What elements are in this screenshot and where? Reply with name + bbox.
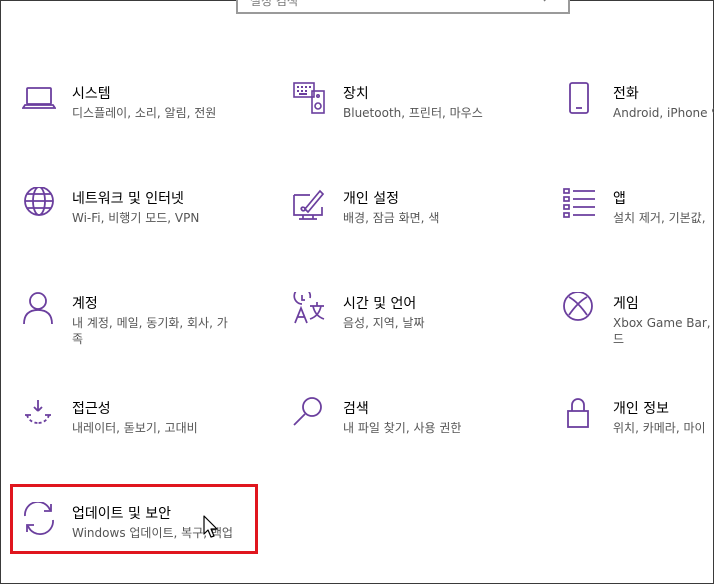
tile-time-language[interactable]: 시간 및 언어 음성, 지역, 날짜 [293, 292, 543, 362]
phone-icon [563, 82, 597, 116]
search-settings-input[interactable]: 설정 검색 [236, 0, 570, 14]
tile-description: 위치, 카메라, 마이 [613, 421, 706, 435]
apps-list-icon [563, 187, 597, 221]
tile-description: Xbox Game Bar, 캡 드 [613, 316, 711, 346]
keyboard-device-icon [293, 82, 327, 116]
tile-description: Wi-Fi, 비행기 모드, VPN [72, 211, 200, 225]
tile-search[interactable]: 검색 내 파일 찾기, 사용 권한 [293, 397, 543, 467]
tile-title: 시간 및 언어 [343, 296, 417, 312]
tile-description: 내 파일 찾기, 사용 권한 [343, 421, 462, 435]
tile-accounts[interactable]: 계정 내 계정, 메일, 동기화, 회사, 가 족 [22, 292, 272, 362]
tile-phone[interactable]: 전화 Android, iPhone 연 [563, 82, 714, 152]
tile-description: 음성, 지역, 날짜 [343, 316, 425, 330]
search-arrow-icon [543, 0, 546, 2]
laptop-icon [22, 82, 56, 116]
tile-title: 게임 [613, 296, 639, 312]
tile-description: 내 계정, 메일, 동기화, 회사, 가 족 [72, 316, 228, 346]
tile-ease-of-access[interactable]: 접근성 내레이터, 돋보기, 고대비 [22, 397, 272, 467]
search-icon [293, 397, 327, 431]
person-icon [22, 292, 56, 326]
tile-title: 개인 설정 [343, 191, 399, 207]
tile-title: 전화 [613, 86, 639, 102]
tile-title: 앱 [613, 191, 626, 207]
tile-description: Bluetooth, 프린터, 마우스 [343, 106, 483, 120]
personalization-icon [293, 187, 327, 221]
tile-title: 장치 [343, 86, 369, 102]
tile-personalization[interactable]: 개인 설정 배경, 잠금 화면, 색 [293, 187, 543, 257]
tile-description: Android, iPhone 연 [613, 106, 714, 120]
mouse-cursor-icon [203, 515, 218, 538]
tile-description: 배경, 잠금 화면, 색 [343, 211, 440, 225]
highlight-box [10, 484, 258, 554]
tile-title: 네트워크 및 인터넷 [72, 191, 184, 207]
tile-title: 시스템 [72, 86, 111, 102]
tile-title: 개인 정보 [613, 401, 669, 417]
tile-system[interactable]: 시스템 디스플레이, 소리, 알림, 전원 [22, 82, 272, 152]
time-language-icon [293, 292, 327, 326]
tile-title: 검색 [343, 401, 369, 417]
tile-apps[interactable]: 앱 설치 제거, 기본값, [563, 187, 714, 257]
xbox-icon [563, 292, 597, 326]
tile-privacy[interactable]: 개인 정보 위치, 카메라, 마이 [563, 397, 714, 467]
tile-devices[interactable]: 장치 Bluetooth, 프린터, 마우스 [293, 82, 543, 152]
lock-icon [563, 397, 597, 431]
ease-of-access-icon [22, 397, 56, 431]
search-placeholder: 설정 검색 [250, 0, 298, 8]
tile-description: 디스플레이, 소리, 알림, 전원 [72, 106, 217, 120]
tile-gaming[interactable]: 게임 Xbox Game Bar, 캡 드 [563, 292, 714, 362]
tile-title: 접근성 [72, 401, 111, 417]
tile-title: 계정 [72, 296, 98, 312]
globe-icon [22, 187, 56, 221]
tile-description: 설치 제거, 기본값, [613, 211, 706, 225]
tile-network-internet[interactable]: 네트워크 및 인터넷 Wi-Fi, 비행기 모드, VPN [22, 187, 272, 257]
tile-description: 내레이터, 돋보기, 고대비 [72, 421, 198, 435]
